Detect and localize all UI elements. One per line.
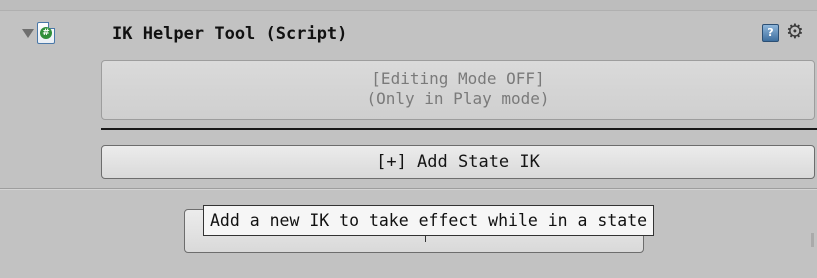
help-book-icon[interactable]: ? [762, 24, 779, 42]
csharp-script-icon: # [37, 22, 55, 44]
add-state-ik-button[interactable]: [+] Add State IK [101, 145, 815, 179]
triangle-down-icon[interactable] [22, 29, 34, 38]
script-glyph: # [40, 27, 52, 39]
section-divider [101, 128, 817, 130]
component-title: IK Helper Tool (Script) [112, 24, 348, 44]
inspector-panel: # IK Helper Tool (Script) ? ⚙ [Editing M… [0, 0, 817, 278]
component-header[interactable]: # IK Helper Tool (Script) ? ⚙ [0, 16, 817, 52]
previous-component-edge [0, 0, 817, 11]
editing-mode-label: [Editing Mode OFF] [371, 69, 545, 88]
scrollbar-edge [811, 233, 814, 247]
gear-icon[interactable]: ⚙ [786, 19, 804, 43]
tooltip: Add a new IK to take effect while in a s… [203, 205, 655, 236]
component-separator-highlight [0, 189, 817, 190]
editing-mode-button[interactable]: [Editing Mode OFF] (Only in Play mode) [101, 60, 815, 120]
play-mode-hint: (Only in Play mode) [366, 89, 550, 108]
